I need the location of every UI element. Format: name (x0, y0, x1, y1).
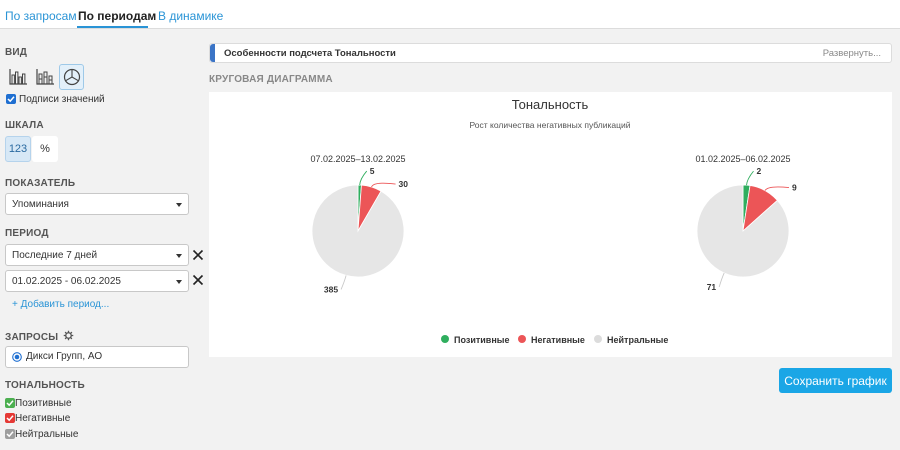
tonality-section-title: ТОНАЛЬНОСТЬ (5, 380, 85, 391)
tab-by-periods[interactable]: По периодам (78, 9, 156, 23)
negative-checkbox[interactable] (5, 413, 15, 423)
scale-absolute-button[interactable]: 123 (5, 136, 31, 162)
chart-card: Тональность Рост количества негативных п… (209, 92, 892, 357)
legend-marker (518, 335, 526, 343)
value-labels-checkbox[interactable] (6, 94, 16, 104)
radio-selected-icon[interactable] (12, 352, 22, 362)
checkmark-icon (7, 96, 15, 103)
legend-marker (594, 335, 602, 343)
pie-data-label: 385 (324, 284, 338, 294)
metric-select[interactable]: Упоминания (5, 193, 189, 215)
pie-data-label: 5 (370, 166, 375, 176)
neutral-label: Нейтральные (15, 429, 79, 440)
pie-data-label: 71 (707, 282, 717, 292)
negative-label: Негативные (15, 413, 71, 424)
pie-chart-icon (63, 68, 80, 86)
pie-data-label: 30 (399, 179, 409, 189)
queries-section-title: ЗАПРОСЫ (5, 330, 74, 343)
legend-marker (441, 335, 449, 343)
remove-period-2-icon[interactable] (192, 274, 204, 286)
pie-period-label: 07.02.2025–13.02.2025 (310, 154, 405, 164)
info-bar-accent (210, 44, 215, 62)
queries-title-text: ЗАПРОСЫ (5, 332, 59, 343)
pie-chart-view-button[interactable] (59, 64, 84, 90)
scale-section-title: ШКАЛА (5, 120, 44, 131)
pie-label-connector (371, 182, 396, 188)
pie-period-label: 01.02.2025–06.02.2025 (695, 154, 790, 164)
pie-label-connector (340, 275, 347, 290)
bar-chart-view-button[interactable] (5, 64, 30, 90)
remove-period-1-icon[interactable] (192, 249, 204, 261)
chevron-down-icon (176, 254, 182, 258)
query-item[interactable]: Дикси Групп, АО (5, 346, 189, 368)
neutral-checkbox[interactable] (5, 429, 15, 439)
pie-slice[interactable] (311, 184, 405, 278)
query-label: Дикси Групп, АО (26, 351, 103, 362)
checkmark-icon (6, 400, 14, 407)
positive-checkbox[interactable] (5, 398, 15, 408)
period-1-value: Последние 7 дней (12, 250, 98, 261)
add-period-link[interactable]: + Добавить период... (12, 299, 109, 310)
pie-chart: Тональность Рост количества негативных п… (310, 97, 797, 345)
pie-label-connector (746, 170, 754, 186)
expand-link[interactable]: Развернуть... (823, 48, 881, 59)
tab-by-queries[interactable]: По запросам (5, 9, 77, 23)
metric-select-value: Упоминания (12, 199, 69, 210)
scale-percent-button[interactable]: % (32, 136, 58, 162)
stacked-bar-view-button[interactable] (32, 64, 57, 90)
pies-group: 07.02.2025–13.02.2025 5 30 385 01.02.2025–06… (310, 154, 797, 294)
period-section-title: ПЕРИОД (5, 228, 49, 239)
chevron-down-icon (176, 280, 182, 284)
chevron-down-icon (176, 203, 182, 207)
period-1-select[interactable]: Последние 7 дней (5, 244, 189, 266)
chart-title: Тональность (512, 97, 589, 112)
legend-label[interactable]: Нейтральные (607, 335, 668, 345)
period-2-select[interactable]: 01.02.2025 - 06.02.2025 (5, 270, 189, 292)
chart-subtitle: Рост количества негативных публикаций (470, 120, 631, 130)
stacked-bar-chart-icon (35, 69, 54, 85)
pie-label-connector (359, 170, 368, 186)
pie-label-connector (764, 186, 790, 191)
metric-section-title: ПОКАЗАТЕЛЬ (5, 178, 76, 189)
tab-dynamics[interactable]: В динамике (158, 9, 223, 23)
pie-label-connector (718, 272, 725, 288)
info-bar-label: Особенности подсчета Тональности (224, 48, 396, 59)
checkmark-icon (6, 415, 14, 422)
chart-section-title: КРУГОВАЯ ДИАГРАММА (209, 74, 333, 85)
legend-label[interactable]: Негативные (531, 335, 585, 345)
pie-data-label: 2 (757, 166, 762, 176)
legend-label[interactable]: Позитивные (454, 335, 509, 345)
value-labels-label: Подписи значений (19, 94, 105, 105)
bar-chart-icon (8, 69, 27, 85)
period-2-value: 01.02.2025 - 06.02.2025 (12, 276, 121, 287)
tab-bar: По запросам По периодам В динамике (0, 0, 900, 29)
pie-data-label: 9 (792, 183, 797, 193)
save-chart-button[interactable]: Сохранить график (779, 368, 892, 393)
view-section-title: ВИД (5, 47, 28, 58)
active-tab-indicator (77, 26, 148, 28)
gear-icon[interactable] (63, 330, 74, 341)
positive-label: Позитивные (15, 398, 72, 409)
checkmark-icon (6, 431, 14, 438)
info-bar[interactable]: Особенности подсчета Тональности Разверн… (209, 43, 892, 63)
chart-legend: Позитивные Негативные Нейтральные (441, 335, 668, 345)
